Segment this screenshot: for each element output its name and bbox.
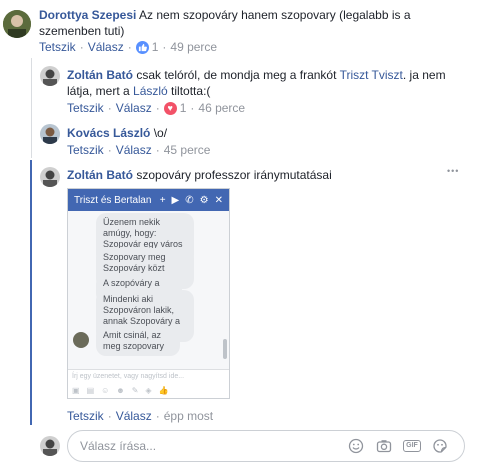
like-link[interactable]: Tetszik (67, 143, 104, 157)
comment-text: csak telóról, de mondja meg a frankót (133, 68, 340, 82)
avatar-image (40, 167, 60, 187)
comment-actions: Tetszik · Válasz · 45 perce (67, 143, 210, 157)
timestamp[interactable]: épp most (164, 409, 213, 423)
timestamp[interactable]: 45 perce (164, 143, 211, 157)
avatar[interactable] (40, 124, 60, 144)
timestamp[interactable]: 46 perce (198, 101, 245, 115)
camera-icon[interactable] (374, 436, 394, 456)
sticker-icon[interactable] (430, 436, 450, 456)
mention-link[interactable]: László (133, 84, 168, 98)
avatar-image (40, 66, 60, 86)
chat-scrollbar (223, 339, 227, 359)
gear-icon: ⚙ (199, 194, 209, 206)
comment-body: Zoltán Bató csak telóról, de mondja meg … (67, 67, 457, 99)
separator: · (107, 143, 112, 157)
comment-author[interactable]: Zoltán Bató (67, 68, 133, 82)
like-reaction-icon[interactable] (135, 40, 149, 54)
comment-author[interactable]: Dorottya Szepesi (39, 8, 136, 22)
avatar[interactable] (40, 167, 60, 187)
comment-author[interactable]: Zoltán Bató (67, 168, 133, 182)
avatar-image (40, 124, 60, 144)
add-icon: + (159, 194, 166, 206)
more-options-icon[interactable]: ••• (447, 166, 459, 176)
game-icon: ◈ (145, 386, 152, 395)
separator: · (155, 409, 160, 423)
separator: · (190, 101, 195, 115)
reaction-count[interactable]: 1 (180, 101, 187, 115)
chat-toolbar: ▣ ▤ ☺ ☻ ✎ ◈ 👍 (68, 383, 229, 398)
comment-actions: Tetszik · Válasz · 1 · 49 perce (39, 40, 217, 54)
avatar-image (3, 10, 31, 38)
avatar (40, 436, 60, 456)
separator: · (162, 40, 167, 54)
close-icon: ✕ (214, 194, 223, 206)
like-link[interactable]: Tetszik (67, 409, 104, 423)
gif-icon: ▤ (86, 386, 95, 395)
love-reaction-icon[interactable]: ♥ (163, 101, 177, 115)
comment-body: Zoltán Bató szopováry professzor iránymu… (67, 167, 447, 183)
chat-header: Triszt és Bertalan + ▶ ✆ ⚙ ✕ (68, 189, 229, 211)
separator: · (155, 143, 160, 157)
comment-author[interactable]: Kovács László (67, 126, 150, 140)
reply-box[interactable]: Válasz írása... GIF (67, 430, 465, 462)
attached-screenshot[interactable]: Triszt és Bertalan + ▶ ✆ ⚙ ✕ Üzenem neki… (67, 188, 230, 399)
reply-link[interactable]: Válasz (116, 409, 152, 423)
attach-icon: ✎ (131, 386, 139, 395)
like-link[interactable]: Tetszik (67, 101, 104, 115)
separator: · (107, 101, 112, 115)
chat-message: Amit csinál, az meg szopovary (96, 326, 180, 356)
comment-body: Kovács László \o/ (67, 125, 457, 141)
reaction-count[interactable]: 1 (152, 40, 159, 54)
thread-rail-active (30, 160, 32, 425)
comment-text: \o/ (153, 126, 168, 140)
avatar[interactable] (40, 66, 60, 86)
emoji-icon: ☻ (116, 386, 125, 395)
gif-icon[interactable]: GIF (402, 436, 422, 456)
timestamp[interactable]: 49 perce (170, 40, 217, 54)
separator: · (155, 101, 160, 115)
comment-text: tiltotta:( (167, 84, 211, 98)
comment-actions: Tetszik · Válasz · épp most (67, 409, 213, 423)
phone-icon: ✆ (185, 194, 194, 206)
avatar-image (40, 436, 60, 456)
gif-label: GIF (403, 440, 421, 452)
comment-body: Dorottya Szepesi Az nem szopováry hanem … (39, 7, 449, 39)
thumb-icon: 👍 (158, 386, 169, 395)
video-icon: ▶ (171, 194, 180, 206)
comment-text: szopováry professzor iránymutatásai (136, 168, 332, 182)
chat-input: Írj egy üzenetet, vagy nagyítsd ide... (68, 369, 229, 383)
like-link[interactable]: Tetszik (39, 40, 76, 54)
reply-link[interactable]: Válasz (88, 40, 124, 54)
mention-link[interactable]: Triszt Tviszt (340, 68, 403, 82)
chat-title: Triszt és Bertalan (74, 194, 152, 206)
chat-avatar (73, 332, 89, 348)
comment-actions: Tetszik · Válasz · ♥ 1 · 46 perce (67, 101, 245, 115)
sticker-icon: ☺ (101, 386, 110, 395)
reply-input[interactable]: Válasz írása... (80, 439, 156, 453)
avatar[interactable] (3, 10, 31, 38)
reply-link[interactable]: Válasz (116, 101, 152, 115)
reply-link[interactable]: Válasz (116, 143, 152, 157)
separator: · (127, 40, 132, 54)
separator: · (107, 409, 112, 423)
separator: · (79, 40, 84, 54)
chat-input-placeholder: Írj egy üzenetet, vagy nagyítsd ide... (72, 373, 185, 380)
camera-icon: ▣ (72, 386, 80, 395)
thread-rail (31, 58, 32, 158)
emoji-icon[interactable] (346, 436, 366, 456)
